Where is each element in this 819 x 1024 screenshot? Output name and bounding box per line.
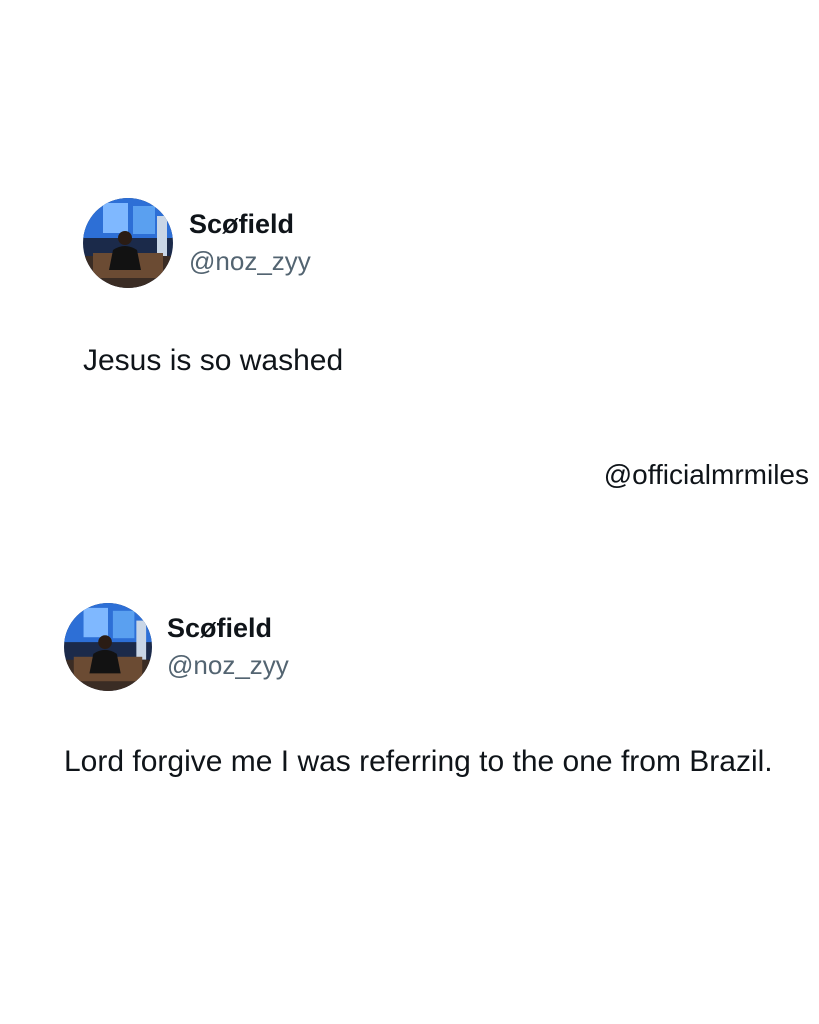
- display-name[interactable]: Scøfield: [189, 208, 311, 240]
- tweet-text: Lord forgive me I was referring to the o…: [64, 745, 773, 778]
- user-identity: Scøfield @noz_zyy: [189, 208, 311, 278]
- tweet-header: Scøfield @noz_zyy: [64, 603, 784, 691]
- tweet-card: Scøfield @noz_zyy Jesus is so washed: [83, 198, 783, 382]
- user-handle[interactable]: @noz_zyy: [189, 244, 311, 278]
- tweet-header: Scøfield @noz_zyy: [83, 198, 783, 288]
- display-name[interactable]: Scøfield: [167, 612, 289, 644]
- profile-photo-icon: [83, 198, 173, 288]
- user-handle[interactable]: @noz_zyy: [167, 648, 289, 682]
- tweet-text: Jesus is so washed: [83, 344, 344, 377]
- avatar[interactable]: [64, 603, 152, 691]
- user-identity: Scøfield @noz_zyy: [167, 612, 289, 682]
- avatar[interactable]: [83, 198, 173, 288]
- tweet-card: Scøfield @noz_zyy Lord forgive me I was …: [64, 603, 784, 783]
- profile-photo-icon: [64, 603, 152, 691]
- watermark-handle: @officialmrmiles: [603, 459, 809, 490]
